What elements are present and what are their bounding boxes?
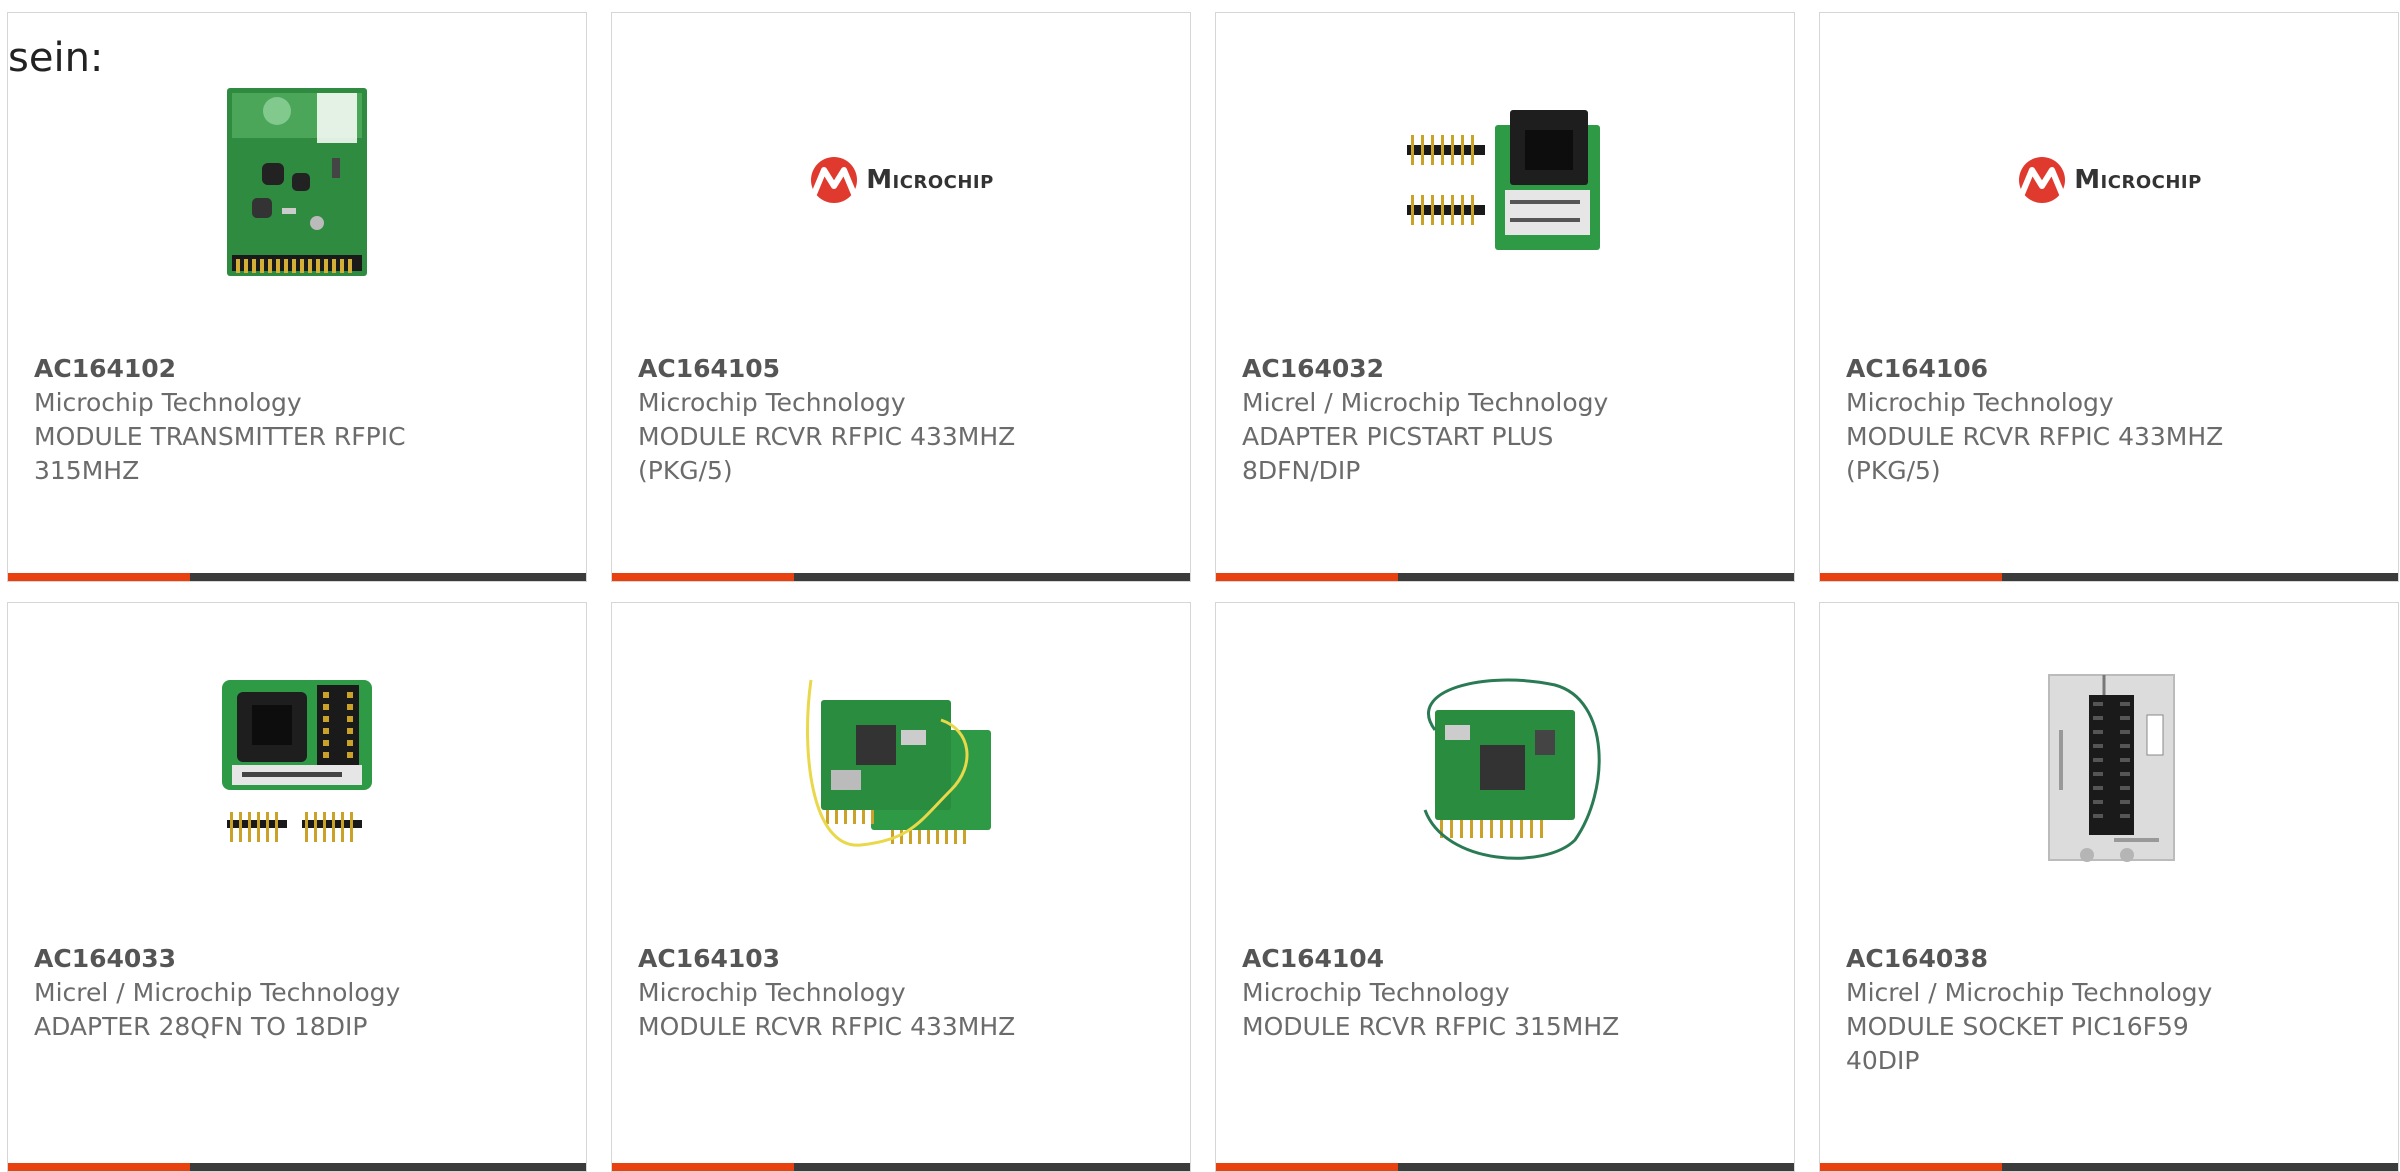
manufacturer: Micrel / Microchip Technology — [34, 978, 401, 1007]
rf-transmitter-board-image — [227, 87, 367, 276]
product-info: AC164104 Microchip Technology MODULE RCV… — [1242, 942, 1662, 1044]
description-line-1: MODULE RCVR RFPIC 433MHZ — [638, 422, 1016, 451]
card-bottom-bar — [1820, 1163, 2398, 1171]
rf-receiver-boards-yellow-antenna-image — [806, 679, 991, 847]
product-image[interactable] — [2009, 670, 2209, 870]
microchip-logo-icon — [2019, 157, 2066, 203]
description-line-2: (PKG/5) — [638, 456, 733, 485]
part-number[interactable]: AC164105 — [638, 352, 1058, 386]
card-bottom-bar — [8, 573, 586, 581]
adapter-with-pin-headers-image — [222, 680, 372, 842]
part-number[interactable]: AC164033 — [34, 942, 454, 976]
product-card-ac164032[interactable]: AC164032 Micrel / Microchip Technology A… — [1215, 12, 1795, 582]
product-info: AC164105 Microchip Technology MODULE RCV… — [638, 352, 1058, 488]
card-accent-bar — [8, 573, 190, 581]
manufacturer: Micrel / Microchip Technology — [1242, 388, 1609, 417]
product-card-ac164038[interactable]: AC164038 Micrel / Microchip Technology M… — [1819, 602, 2399, 1172]
card-bottom-bar — [8, 1163, 586, 1171]
microchip-logo-icon — [811, 157, 858, 203]
description-line-1: ADAPTER 28QFN TO 18DIP — [34, 1012, 368, 1041]
part-number[interactable]: AC164106 — [1846, 352, 2266, 386]
card-accent-bar — [1820, 1163, 2002, 1171]
description-line-2: (PKG/5) — [1846, 456, 1941, 485]
part-number[interactable]: AC164038 — [1846, 942, 2266, 976]
card-bottom-bar — [1216, 573, 1794, 581]
description-line-2: 8DFN/DIP — [1242, 456, 1361, 485]
description-line-1: MODULE RCVR RFPIC 433MHZ — [638, 1012, 1016, 1041]
product-info: AC164038 Micrel / Microchip Technology M… — [1846, 942, 2266, 1078]
product-image[interactable]: Microchip — [1999, 80, 2219, 280]
card-accent-bar — [8, 1163, 190, 1171]
card-bottom-bar — [612, 573, 1190, 581]
manufacturer: Microchip Technology — [638, 978, 906, 1007]
product-image[interactable]: Microchip — [791, 80, 1011, 280]
part-number[interactable]: AC164104 — [1242, 942, 1662, 976]
description-line-1: MODULE RCVR RFPIC 315MHZ — [1242, 1012, 1620, 1041]
description-line-1: ADAPTER PICSTART PLUS — [1242, 422, 1554, 451]
description-line-1: MODULE SOCKET PIC16F59 — [1846, 1012, 2189, 1041]
product-card-ac164033[interactable]: AC164033 Micrel / Microchip Technology A… — [7, 602, 587, 1172]
product-card-ac164104[interactable]: AC164104 Microchip Technology MODULE RCV… — [1215, 602, 1795, 1172]
manufacturer: Microchip Technology — [1242, 978, 1510, 1007]
adapter-with-pin-headers-image — [1407, 110, 1600, 250]
card-accent-bar — [1820, 573, 2002, 581]
manufacturer: Micrel / Microchip Technology — [1846, 978, 2213, 1007]
product-info: AC164032 Micrel / Microchip Technology A… — [1242, 352, 1662, 488]
product-card-ac164102[interactable]: AC164102 Microchip Technology MODULE TRA… — [7, 12, 587, 582]
product-image[interactable] — [1405, 80, 1605, 280]
rf-receiver-board-green-antenna-image — [1423, 678, 1601, 860]
product-info: AC164106 Microchip Technology MODULE RCV… — [1846, 352, 2266, 488]
product-info: AC164103 Microchip Technology MODULE RCV… — [638, 942, 1058, 1044]
microchip-logo-text: Microchip — [866, 165, 994, 195]
zif-socket-module-image — [2048, 674, 2175, 862]
description-line-2: 40DIP — [1846, 1046, 1920, 1075]
product-card-ac164105[interactable]: Microchip AC164105 Microchip Technology … — [611, 12, 1191, 582]
card-accent-bar — [612, 573, 794, 581]
intro-text: sein: — [8, 35, 104, 81]
card-bottom-bar — [1820, 573, 2398, 581]
product-image[interactable] — [197, 670, 397, 870]
product-info: AC164033 Micrel / Microchip Technology A… — [34, 942, 454, 1044]
manufacturer: Microchip Technology — [1846, 388, 2114, 417]
product-info: AC164102 Microchip Technology MODULE TRA… — [34, 352, 454, 488]
card-accent-bar — [612, 1163, 794, 1171]
microchip-logo-text: Microchip — [2074, 165, 2202, 195]
product-image[interactable] — [197, 80, 397, 280]
part-number[interactable]: AC164103 — [638, 942, 1058, 976]
product-grid: AC164102 Microchip Technology MODULE TRA… — [7, 12, 2400, 1172]
part-number[interactable]: AC164102 — [34, 352, 454, 386]
microchip-logo: Microchip — [808, 156, 994, 204]
card-accent-bar — [1216, 1163, 1398, 1171]
manufacturer: Microchip Technology — [638, 388, 906, 417]
product-image[interactable] — [801, 670, 1001, 870]
part-number[interactable]: AC164032 — [1242, 352, 1662, 386]
manufacturer: Microchip Technology — [34, 388, 302, 417]
card-bottom-bar — [612, 1163, 1190, 1171]
description-line-2: 315MHZ — [34, 456, 140, 485]
card-bottom-bar — [1216, 1163, 1794, 1171]
card-accent-bar — [1216, 573, 1398, 581]
product-card-ac164103[interactable]: AC164103 Microchip Technology MODULE RCV… — [611, 602, 1191, 1172]
microchip-logo: Microchip — [2016, 156, 2202, 204]
description-line-1: MODULE TRANSMITTER RFPIC — [34, 422, 406, 451]
product-image[interactable] — [1405, 670, 1605, 870]
description-line-1: MODULE RCVR RFPIC 433MHZ — [1846, 422, 2224, 451]
product-card-ac164106[interactable]: Microchip AC164106 Microchip Technology … — [1819, 12, 2399, 582]
